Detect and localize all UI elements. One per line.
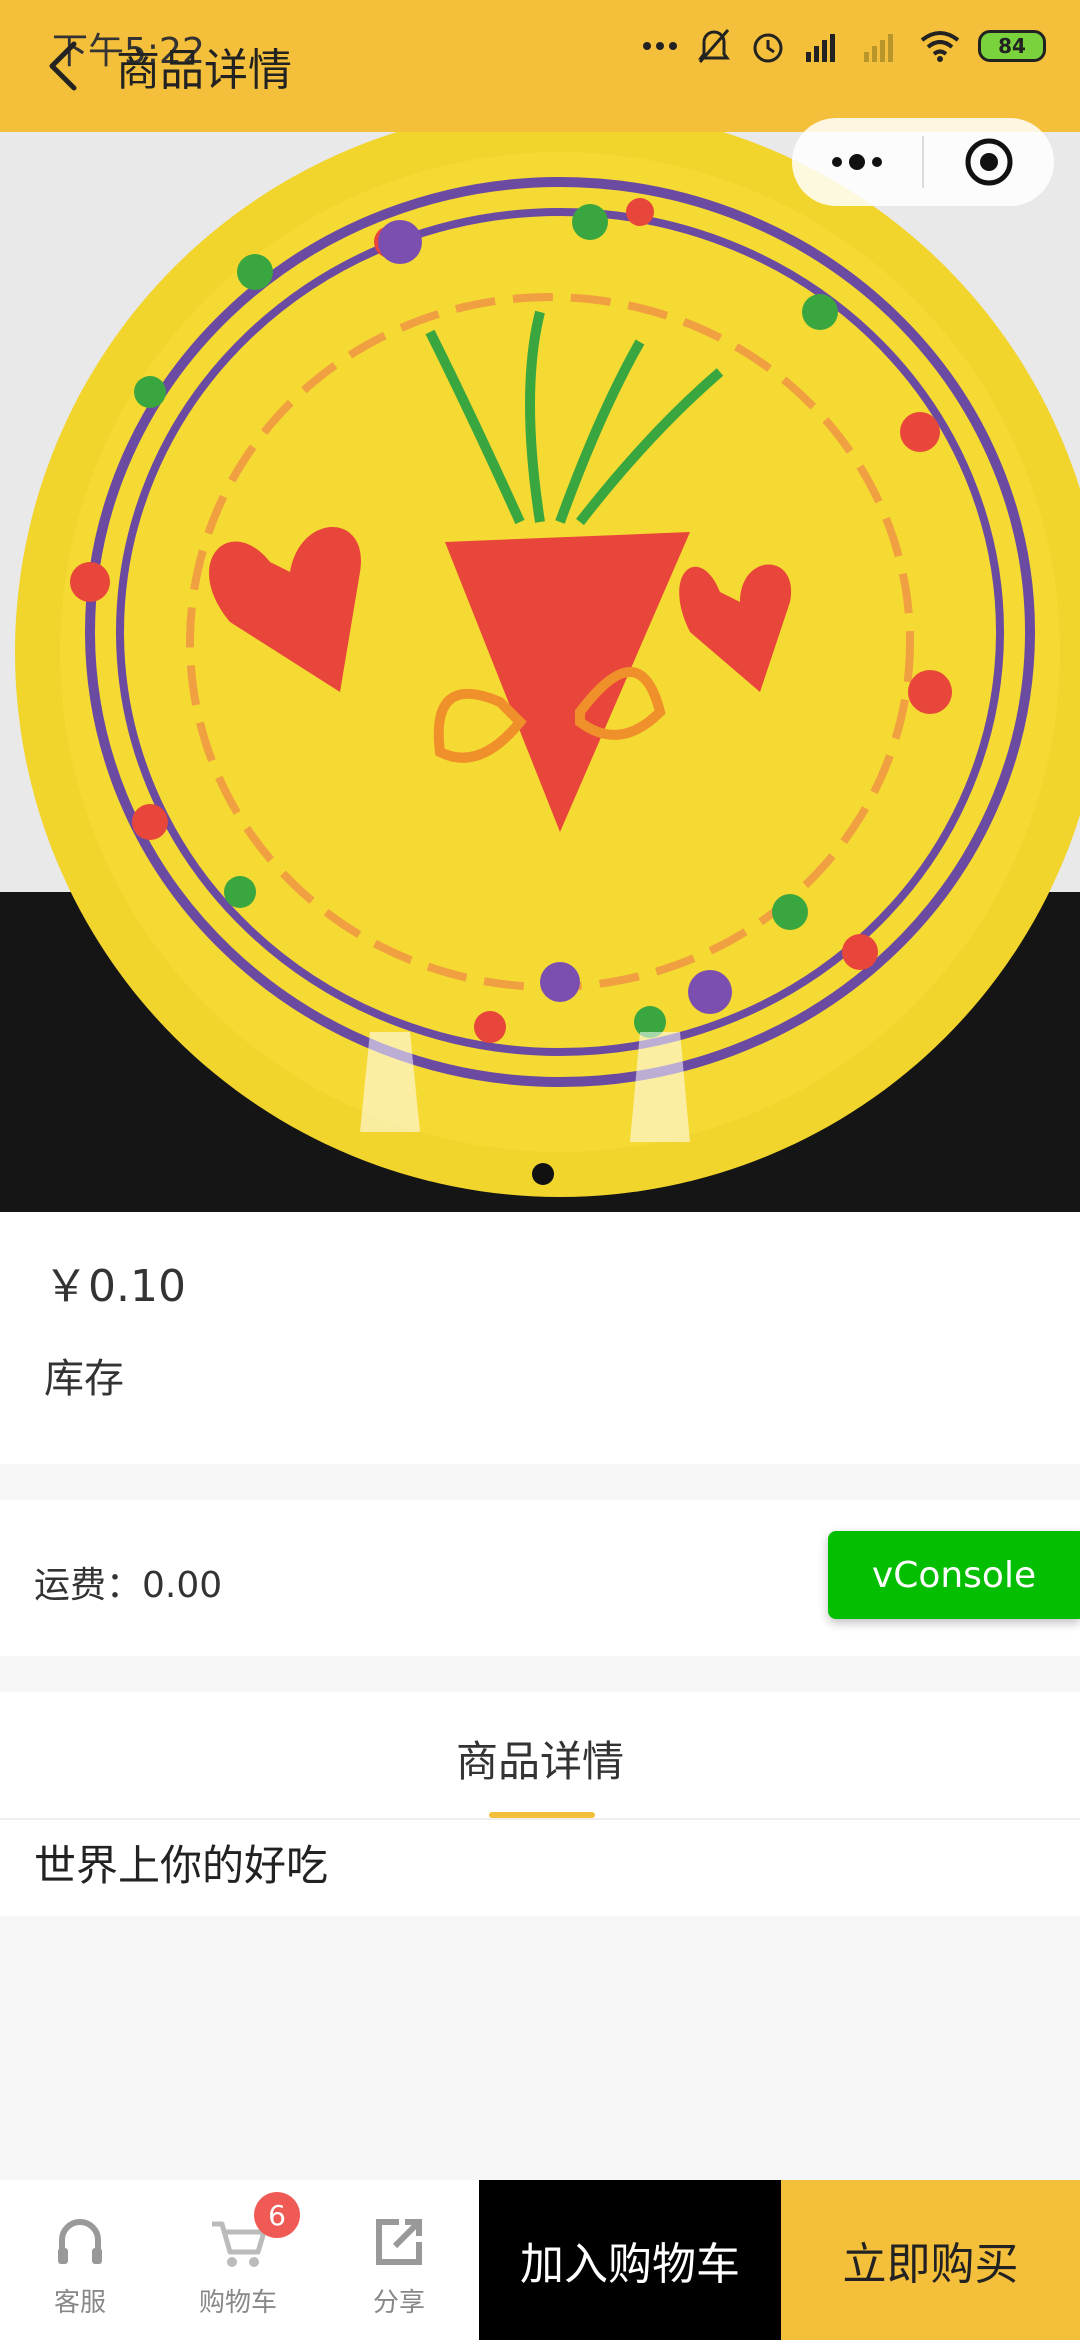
more-dots-icon: [643, 42, 677, 50]
shipping-fee: 运费：0.00: [34, 1565, 223, 1606]
vconsole-button[interactable]: vConsole: [828, 1531, 1080, 1619]
product-image[interactable]: [0, 132, 1080, 1212]
status-icons: 84: [642, 22, 1046, 70]
battery-icon: 84: [978, 30, 1046, 62]
back-arrow-icon[interactable]: [44, 38, 84, 94]
signal-icon: [806, 34, 835, 62]
alarm-icon: [753, 33, 783, 63]
target-icon: [965, 138, 1013, 186]
divider: [0, 1818, 1080, 1820]
cart-count-badge: 6: [254, 2192, 300, 2238]
signal-weak-icon: [864, 34, 893, 62]
carousel-indicator[interactable]: [532, 1163, 554, 1185]
customer-service-button[interactable]: 客服: [0, 2180, 160, 2340]
cart-label: 购物车: [198, 2287, 277, 2318]
mute-icon: [698, 29, 730, 63]
wifi-icon: [920, 31, 960, 62]
share-icon: [376, 2218, 422, 2265]
customer-service-label: 客服: [53, 2287, 106, 2318]
stock-label: 库存: [44, 1356, 124, 1402]
mini-program-capsule: [792, 118, 1054, 206]
share-button[interactable]: 分享: [319, 2180, 479, 2340]
plate-illustration: [0, 132, 1080, 1212]
add-to-cart-button[interactable]: 加入购物车: [479, 2180, 781, 2340]
tab-product-detail[interactable]: 商品详情: [0, 1728, 1080, 1789]
buy-now-button[interactable]: 立即购买: [781, 2180, 1080, 2340]
more-dots-icon: [832, 154, 882, 170]
product-description: 世界上你的好吃: [34, 1841, 329, 1890]
headset-icon: [58, 2218, 102, 2264]
close-button[interactable]: [924, 118, 1054, 206]
more-button[interactable]: [792, 118, 922, 206]
product-price: ￥0.10: [44, 1261, 186, 1312]
share-label: 分享: [372, 2287, 425, 2318]
page-title: 商品详情: [116, 45, 292, 96]
